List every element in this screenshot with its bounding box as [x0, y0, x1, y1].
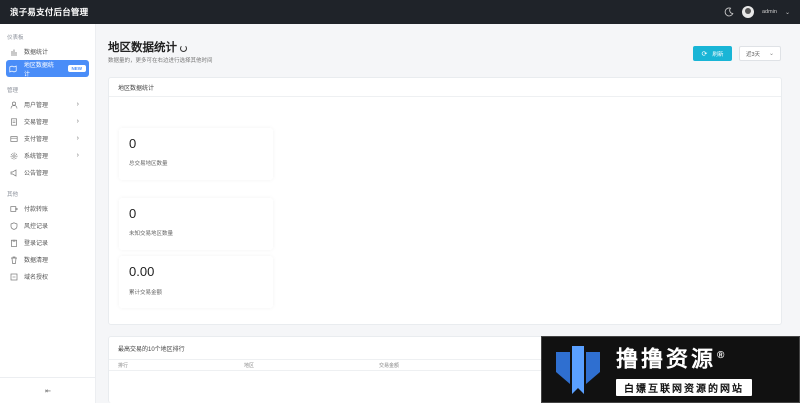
collapse-icon: ⇤ — [45, 387, 51, 395]
sidebar-item-transfer[interactable]: 付款转账 — [0, 200, 95, 217]
sidebar-item-label: 登录记录 — [24, 241, 49, 247]
date-range-select[interactable]: 近3天 ⌄ — [739, 46, 781, 61]
column-header-region[interactable]: 地区 — [244, 362, 379, 369]
moon-icon[interactable] — [724, 7, 734, 17]
stat-card-total-amount: 0.00 累计交易金额 — [119, 256, 273, 308]
collapse-sidebar-button[interactable]: ⇤ — [0, 377, 96, 403]
key-icon — [9, 272, 18, 281]
sidebar-item-risk[interactable]: 风控记录 — [0, 217, 95, 234]
chevron-right-icon: › — [76, 152, 79, 159]
map-icon — [9, 64, 18, 73]
sidebar-item-label: 数据统计 — [24, 50, 49, 56]
sidebar-item-announcements[interactable]: 公告管理 — [0, 164, 95, 181]
clipboard-icon — [9, 238, 18, 247]
sidebar-item-label: 付款转账 — [24, 207, 49, 213]
stat-card-unknown-regions: 0 未知交易地区数量 — [119, 198, 273, 250]
sidebar-item-label: 域名授权 — [24, 275, 49, 281]
gear-icon — [9, 151, 18, 160]
watermark-banner: 撸撸资源® 白嫖互联网资源的网站 — [541, 336, 800, 403]
refresh-button[interactable]: ⟳ 刷新 — [693, 46, 732, 61]
stat-card-total-regions: 0 总交易地区数量 — [119, 128, 273, 180]
stat-value: 0 — [129, 136, 137, 151]
sidebar-item-cleanup[interactable]: 数据清理 — [0, 251, 95, 268]
sidebar-item-system[interactable]: 系统管理 › — [0, 147, 95, 164]
sidebar-item-label: 交易管理 — [24, 120, 49, 126]
sidebar-item-domain-auth[interactable]: 域名授权 — [0, 268, 95, 285]
transfer-icon — [9, 204, 18, 213]
stat-value: 0 — [129, 206, 137, 221]
sidebar-item-payments[interactable]: 支付管理 › — [0, 130, 95, 147]
column-header-rank[interactable]: 排行 — [109, 362, 244, 369]
trash-icon — [9, 255, 18, 264]
stat-label: 累计交易金额 — [129, 290, 163, 296]
sidebar-item-users[interactable]: 用户管理 › — [0, 96, 95, 113]
refresh-label: 刷新 — [712, 51, 724, 58]
sidebar-item-login-log[interactable]: 登录记录 — [0, 234, 95, 251]
sidebar-section-title: 其他 — [7, 192, 19, 198]
sidebar-section-title: 仪表板 — [7, 35, 24, 41]
top-right-tools: admin ⌄ — [724, 6, 790, 18]
stat-label: 未知交易地区数量 — [129, 231, 174, 237]
date-range-value: 近3天 — [746, 51, 761, 58]
page-title-text: 地区数据统计 — [108, 42, 177, 54]
page-title: 地区数据统计 — [108, 39, 187, 55]
card-title: 地区数据统计 — [109, 78, 781, 97]
chevron-right-icon: › — [76, 118, 79, 125]
card-icon — [9, 134, 18, 143]
region-stats-card: 地区数据统计 0 总交易地区数量 0 未知交易地区数量 0.00 累计交易金额 — [108, 77, 782, 325]
avatar[interactable] — [741, 6, 754, 18]
sidebar-item-data-stats[interactable]: 数据统计 — [0, 43, 95, 60]
page-subtitle: 数据量的，更多可在右边进行选择其他时间 — [108, 58, 213, 64]
new-badge: NEW — [67, 65, 86, 72]
sidebar-item-label: 公告管理 — [24, 171, 49, 177]
user-icon — [9, 100, 18, 109]
sidebar-item-label: 系统管理 — [24, 154, 49, 160]
chevron-down-icon: ⌄ — [768, 51, 774, 57]
bar-chart-icon — [9, 47, 18, 56]
sidebar-item-transactions[interactable]: 交易管理 › — [0, 113, 95, 130]
sidebar-section-title: 管理 — [7, 88, 19, 94]
top-bar: 浪子易支付后台管理 admin ⌄ — [0, 0, 800, 24]
sidebar-item-label: 风控记录 — [24, 224, 49, 230]
watermark-subtitle: 白嫖互联网资源的网站 — [616, 378, 752, 396]
column-header-amount[interactable]: 交易金额 — [379, 362, 519, 369]
shield-icon — [9, 221, 18, 230]
refresh-icon: ⟳ — [701, 50, 708, 58]
stat-value: 0.00 — [129, 264, 155, 279]
user-name[interactable]: admin — [762, 9, 777, 15]
chevron-down-icon[interactable]: ⌄ — [785, 9, 790, 16]
sidebar-item-region-stats[interactable]: 地区数据统计 NEW — [6, 60, 89, 78]
watermark-text: 撸撸资源® 白嫖互联网资源的网站 — [616, 343, 752, 396]
sidebar-item-label: 支付管理 — [24, 137, 49, 143]
loading-spinner-icon — [180, 45, 187, 52]
stat-label: 总交易地区数量 — [129, 161, 168, 167]
watermark-title: 撸撸资源® — [616, 346, 725, 372]
megaphone-icon — [9, 168, 18, 177]
app-brand[interactable]: 浪子易支付后台管理 — [10, 6, 88, 18]
chevron-right-icon: › — [76, 101, 79, 108]
document-icon — [9, 117, 18, 126]
watermark-logo-icon — [556, 345, 600, 394]
sidebar-item-label: 用户管理 — [24, 103, 49, 109]
sidebar: 仪表板 数据统计 地区数据统计 NEW 管理 用户管理 › 交易管理 › 支付管… — [0, 24, 96, 403]
chevron-right-icon: › — [76, 135, 79, 142]
sidebar-item-label: 数据清理 — [24, 258, 49, 264]
sidebar-item-label: 地区数据统计 — [23, 62, 54, 78]
